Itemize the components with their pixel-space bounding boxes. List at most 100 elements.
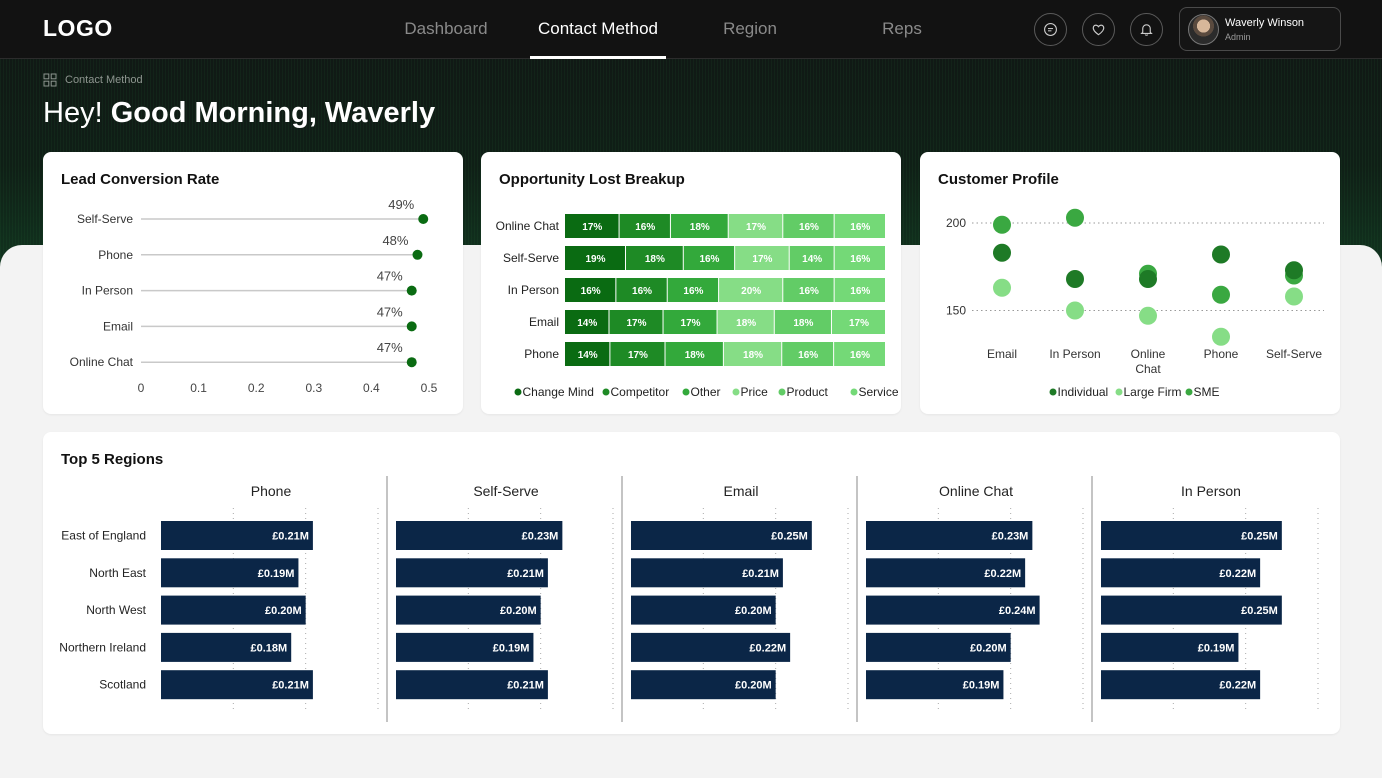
legend-marker xyxy=(1049,388,1057,396)
scatter-point xyxy=(1212,285,1230,304)
bar-value-label: £0.25M xyxy=(771,531,808,543)
favorites-button[interactable] xyxy=(1082,13,1115,46)
bar-value-label: £0.20M xyxy=(735,605,772,617)
bar-value-label: £0.19M xyxy=(258,568,295,580)
dashboard-grid-icon xyxy=(43,73,57,87)
category-label: In Person xyxy=(82,284,133,298)
legend-label: Change Mind xyxy=(523,385,594,399)
user-profile-card[interactable]: Waverly Winson Admin xyxy=(1179,7,1341,51)
main-nav: Dashboard Contact Method Region Reps xyxy=(370,0,978,59)
legend-label: Other xyxy=(691,385,721,399)
scatter-point xyxy=(1285,261,1303,280)
segment-label: 14% xyxy=(802,254,822,265)
bar-value-label: £0.21M xyxy=(507,680,544,692)
lollipop-point xyxy=(412,249,423,260)
notifications-button[interactable] xyxy=(1130,13,1163,46)
lollipop-point xyxy=(406,357,417,368)
nav-contact-method[interactable]: Contact Method xyxy=(522,0,674,59)
segment-label: 20% xyxy=(741,286,761,297)
greeting-main: Good Morning, Waverly xyxy=(110,97,436,129)
data-label: 49% xyxy=(388,197,414,212)
category-label: Northern Ireland xyxy=(59,640,146,654)
bar-value-label: £0.20M xyxy=(265,605,302,617)
y-tick-label: 150 xyxy=(946,304,966,318)
legend-marker xyxy=(778,388,786,396)
segment-label: 17% xyxy=(582,222,602,233)
bar-value-label: £0.19M xyxy=(963,680,1000,692)
legend-label: SME xyxy=(1194,385,1220,399)
x-tick-label: Phone xyxy=(1204,347,1239,361)
segment-label: 17% xyxy=(746,222,766,233)
legend-marker xyxy=(1115,388,1123,396)
x-tick-label: Chat xyxy=(1135,362,1161,376)
category-label: North East xyxy=(89,566,146,580)
legend-marker xyxy=(850,388,858,396)
panel-title: Self-Serve xyxy=(473,483,539,499)
bell-icon xyxy=(1140,24,1153,36)
x-tick-label: In Person xyxy=(1049,347,1100,361)
x-tick-label: 0.1 xyxy=(190,381,207,395)
segment-label: 18% xyxy=(690,222,710,233)
bar-value-label: £0.21M xyxy=(272,680,309,692)
category-label: East of England xyxy=(61,529,146,543)
data-label: 48% xyxy=(382,233,408,248)
x-tick-label: Online xyxy=(1131,347,1166,361)
segment-label: 16% xyxy=(850,254,870,265)
bar-value-label: £0.22M xyxy=(1219,680,1256,692)
scatter-point xyxy=(993,243,1011,262)
scatter-point xyxy=(1285,287,1303,306)
bar-value-label: £0.20M xyxy=(500,605,537,617)
scatter-point xyxy=(1066,301,1084,320)
bar-value-label: £0.22M xyxy=(1219,568,1256,580)
y-tick-label: 200 xyxy=(946,216,966,230)
bar-value-label: £0.22M xyxy=(984,568,1021,580)
legend-label: Large Firm xyxy=(1124,385,1182,399)
panel-title: Phone xyxy=(251,483,292,499)
category-label: In Person xyxy=(508,283,559,297)
legend-label: Competitor xyxy=(611,385,670,399)
category-label: Email xyxy=(529,315,559,329)
data-label: 47% xyxy=(377,304,403,319)
scatter-point xyxy=(1139,306,1157,325)
segment-label: 18% xyxy=(736,318,756,329)
segment-label: 16% xyxy=(850,286,870,297)
segment-label: 17% xyxy=(681,318,701,329)
segment-label: 18% xyxy=(793,318,813,329)
segment-label: 14% xyxy=(578,350,598,361)
bar-value-label: £0.19M xyxy=(1198,642,1235,654)
segment-label: 16% xyxy=(850,350,870,361)
nav-dashboard[interactable]: Dashboard xyxy=(370,0,522,59)
user-role: Admin xyxy=(1225,32,1251,42)
panel-title: Online Chat xyxy=(939,483,1013,499)
nav-region[interactable]: Region xyxy=(674,0,826,59)
legend-label: Service xyxy=(859,385,899,399)
category-label: Phone xyxy=(524,347,559,361)
segment-label: 18% xyxy=(685,350,705,361)
bar-value-label: £0.23M xyxy=(522,531,559,543)
bar-value-label: £0.21M xyxy=(742,568,779,580)
top-navigation-bar: LOGO Dashboard Contact Method Region Rep… xyxy=(0,0,1382,59)
breadcrumb-label[interactable]: Contact Method xyxy=(65,74,143,86)
opportunity-lost-card: Opportunity Lost Breakup Online Chat 17% 1… xyxy=(481,152,901,414)
x-tick-label: 0.5 xyxy=(421,381,438,395)
x-tick-label: 0.3 xyxy=(305,381,322,395)
lollipop-point xyxy=(418,214,429,224)
segment-label: 18% xyxy=(743,350,763,361)
legend-marker xyxy=(514,388,522,396)
segment-label: 17% xyxy=(849,318,869,329)
legend-marker xyxy=(682,388,690,396)
legend-marker xyxy=(732,388,740,396)
chat-button[interactable] xyxy=(1034,13,1067,46)
scatter-point xyxy=(1212,327,1230,346)
lollipop-point xyxy=(406,285,417,296)
data-label: 47% xyxy=(377,269,403,284)
segment-label: 17% xyxy=(628,350,648,361)
bar-value-label: £0.18M xyxy=(250,642,287,654)
logo[interactable]: LOGO xyxy=(43,15,113,42)
bar-value-label: £0.25M xyxy=(1241,605,1278,617)
segment-label: 16% xyxy=(581,286,601,297)
customer-profile-card: Customer Profile 150 200 Email In Person Onl… xyxy=(920,152,1340,414)
nav-reps[interactable]: Reps xyxy=(826,0,978,59)
customer-profile-chart: 150 200 Email In Person OnlineChat Phone Self-… xyxy=(946,208,1324,399)
category-label: Self-Serve xyxy=(503,251,559,265)
